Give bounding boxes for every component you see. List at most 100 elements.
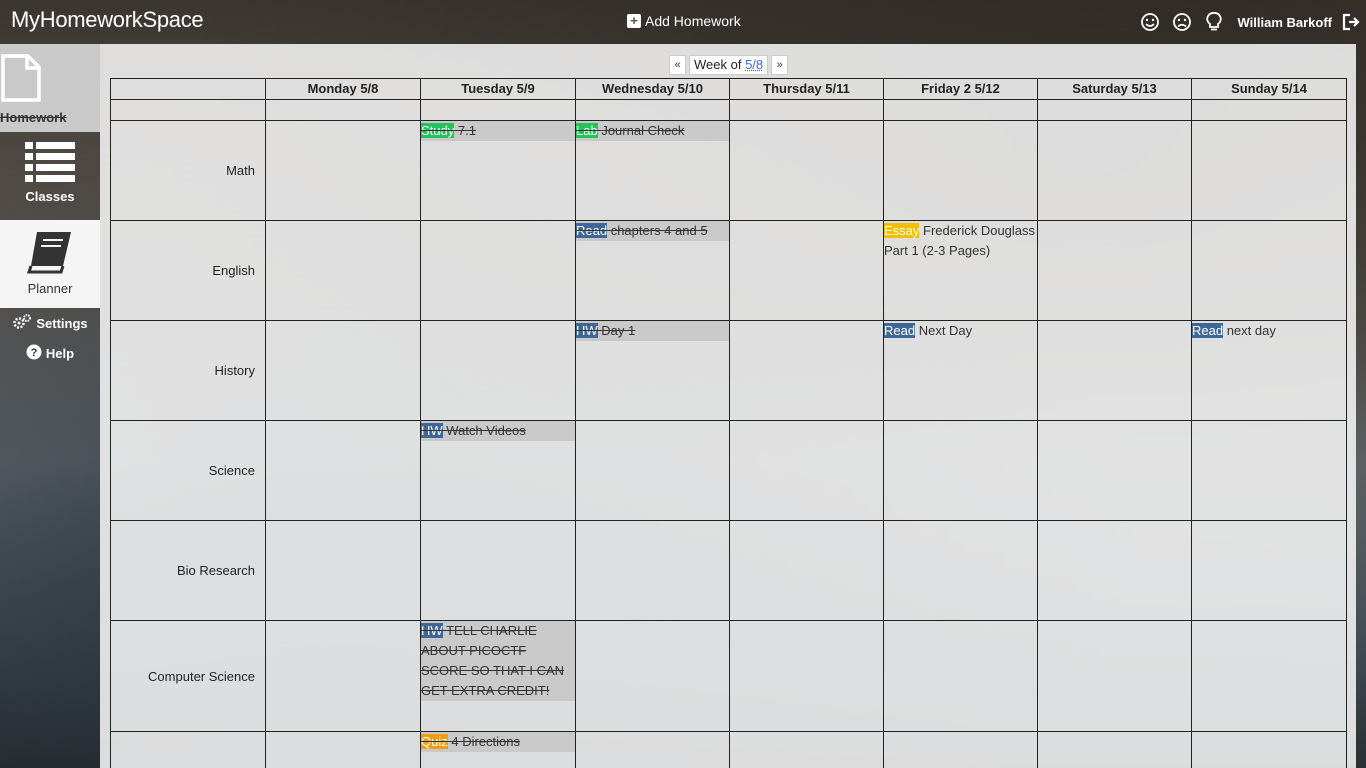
planner-cell[interactable]	[575, 420, 730, 521]
planner-cell[interactable]	[265, 620, 421, 732]
lightbulb-icon[interactable]	[1203, 11, 1225, 33]
sidebar-item-label: Classes	[25, 189, 75, 204]
planner-cell[interactable]: Read Next Day	[883, 320, 1038, 421]
planner-cell[interactable]: Quiz 4 Directions	[420, 731, 576, 768]
class-name: Bio Research	[110, 520, 266, 621]
sidebar-item-help[interactable]: ? Help	[0, 338, 100, 368]
planner-table: Monday 5/8 Tuesday 5/9 Wednesday 5/10 Th…	[110, 78, 1347, 768]
planner-cell[interactable]	[1037, 220, 1192, 321]
homework-item[interactable]: Read chapters 4 and 5	[576, 221, 729, 241]
planner-cell[interactable]	[729, 520, 884, 621]
logout-icon[interactable]	[1340, 11, 1362, 33]
homework-tag: Study	[421, 123, 455, 138]
planner-cell[interactable]	[1191, 120, 1347, 221]
planner-cell[interactable]: HW TELL CHARLIE ABOUT PICOCTF SCORE SO T…	[420, 620, 576, 732]
planner-cell[interactable]	[265, 520, 421, 621]
next-week-button[interactable]: »	[771, 55, 789, 75]
planner-cell[interactable]	[1037, 520, 1192, 621]
list-icon	[25, 142, 75, 185]
prev-week-button[interactable]: «	[669, 55, 686, 75]
planner-cell[interactable]: HW Day 1	[575, 320, 730, 421]
homework-item[interactable]: HW TELL CHARLIE ABOUT PICOCTF SCORE SO T…	[421, 621, 575, 701]
homework-item[interactable]: HW Watch Videos	[421, 421, 575, 441]
planner-cell[interactable]	[265, 220, 421, 321]
planner-cell[interactable]	[1037, 620, 1192, 732]
homework-item[interactable]: Lab Journal Check	[576, 121, 729, 141]
homework-item[interactable]: Quiz 4 Directions	[421, 732, 575, 752]
planner-cell[interactable]: Essay Frederick Douglass Part 1 (2-3 Pag…	[883, 220, 1038, 321]
add-homework-button[interactable]: + Add Homework	[627, 13, 741, 29]
class-name: Science	[110, 420, 266, 521]
planner-cell[interactable]	[1191, 220, 1347, 321]
planner-cell[interactable]	[420, 520, 576, 621]
class-name: English	[110, 220, 266, 321]
planner-panel: « Week of 5/8 » Monday 5/8 Tuesday 5/9 W…	[100, 44, 1356, 768]
planner-cell[interactable]	[883, 731, 1038, 768]
planner-cell[interactable]	[1037, 320, 1192, 421]
planner-cell[interactable]	[265, 320, 421, 421]
day-header-row: Monday 5/8 Tuesday 5/9 Wednesday 5/10 Th…	[110, 78, 1347, 100]
brand-title[interactable]: MyHomeworkSpace	[11, 7, 204, 33]
planner-cell[interactable]	[883, 420, 1038, 521]
planner-cell[interactable]	[265, 731, 421, 768]
planner-cell[interactable]	[1191, 620, 1347, 732]
class-row: Bio Research	[110, 520, 1347, 621]
class-row: Science HW Watch Videos	[110, 420, 1347, 521]
planner-cell[interactable]	[729, 220, 884, 321]
sidebar-item-homework[interactable]: Homework	[0, 44, 100, 132]
homework-text: 4 Directions	[451, 734, 520, 749]
planner-cell[interactable]	[729, 731, 884, 768]
week-navigation: « Week of 5/8 »	[669, 55, 789, 75]
week-label: Week of 5/8	[689, 55, 769, 75]
planner-cell[interactable]	[1191, 731, 1347, 768]
planner-cell[interactable]: Read chapters 4 and 5	[575, 220, 730, 321]
frown-icon[interactable]	[1171, 11, 1193, 33]
planner-cell[interactable]	[575, 620, 730, 732]
planner-cell[interactable]	[729, 320, 884, 421]
user-name[interactable]: William Barkoff	[1237, 15, 1332, 30]
planner-cell[interactable]: Study 7.1	[420, 120, 576, 221]
homework-item[interactable]: Study 7.1	[421, 121, 575, 141]
planner-cell[interactable]	[575, 520, 730, 621]
homework-text: Journal Check	[601, 123, 685, 138]
homework-text: Day 1	[601, 323, 636, 338]
homework-item[interactable]: HW Day 1	[576, 321, 729, 341]
homework-tag: Essay	[884, 223, 920, 238]
smile-icon[interactable]	[1139, 11, 1161, 33]
planner-cell[interactable]	[1037, 420, 1192, 521]
planner-cell[interactable]	[1191, 420, 1347, 521]
planner-cell[interactable]	[1037, 120, 1192, 221]
help-label: Help	[45, 345, 75, 361]
planner-cell[interactable]: Lab Journal Check	[575, 120, 730, 221]
corner-cell	[110, 78, 266, 100]
planner-cell[interactable]	[420, 320, 576, 421]
class-row: English Read chapters 4 and 5 Essay Freder…	[110, 220, 1347, 321]
homework-item[interactable]: Essay Frederick Douglass Part 1 (2-3 Pag…	[884, 221, 1037, 261]
sidebar-item-planner[interactable]: Planner	[0, 220, 100, 308]
planner-cell[interactable]	[1191, 520, 1347, 621]
homework-tag: Lab	[576, 123, 598, 138]
day-header: Sunday 5/14	[1191, 78, 1347, 100]
class-name: Math	[110, 120, 266, 221]
planner-cell[interactable]	[883, 520, 1038, 621]
homework-item[interactable]: Read next day	[1192, 321, 1346, 341]
help-icon: ?	[26, 344, 42, 363]
settings-label: Settings	[36, 315, 88, 331]
planner-cell[interactable]: Read next day	[1191, 320, 1347, 421]
planner-cell[interactable]	[883, 620, 1038, 732]
planner-cell[interactable]	[420, 220, 576, 321]
planner-cell[interactable]	[575, 731, 730, 768]
planner-cell[interactable]	[1037, 731, 1192, 768]
planner-cell[interactable]: HW Watch Videos	[420, 420, 576, 521]
planner-cell[interactable]	[265, 120, 421, 221]
planner-cell[interactable]	[883, 120, 1038, 221]
sidebar-item-settings[interactable]: Settings	[0, 308, 100, 338]
homework-tag: Quiz	[421, 734, 448, 749]
planner-cell[interactable]	[729, 420, 884, 521]
sidebar-item-classes[interactable]: Classes	[0, 132, 100, 220]
planner-cell[interactable]	[265, 420, 421, 521]
homework-item[interactable]: Read Next Day	[884, 321, 1037, 341]
planner-cell[interactable]	[729, 120, 884, 221]
week-date-picker[interactable]: 5/8	[745, 57, 763, 72]
planner-cell[interactable]	[729, 620, 884, 732]
